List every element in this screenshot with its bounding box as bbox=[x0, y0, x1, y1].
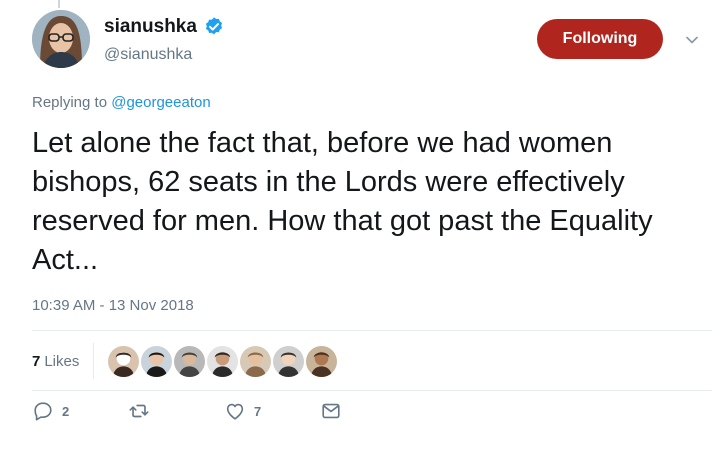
retweet-icon bbox=[129, 404, 149, 418]
retweet-button[interactable] bbox=[128, 400, 224, 422]
liker-avatar[interactable] bbox=[108, 345, 140, 377]
tweet-actions: 2 7 bbox=[32, 400, 342, 422]
liker-avatar[interactable] bbox=[273, 345, 305, 377]
author-handle[interactable]: @sianushka bbox=[104, 46, 192, 64]
replying-to-prefix: Replying to bbox=[32, 94, 108, 111]
liker-avatar[interactable] bbox=[174, 345, 206, 377]
likes-label[interactable]: Likes bbox=[44, 353, 79, 370]
divider bbox=[32, 330, 712, 331]
author-display-name[interactable]: sianushka bbox=[104, 16, 197, 38]
likes-count[interactable]: 7 bbox=[32, 353, 40, 370]
divider bbox=[32, 390, 712, 391]
like-count: 7 bbox=[254, 403, 262, 419]
liker-avatar[interactable] bbox=[240, 345, 272, 377]
thread-connector bbox=[58, 0, 60, 8]
chevron-down-icon[interactable] bbox=[684, 32, 700, 48]
verified-badge-icon bbox=[205, 17, 223, 35]
likes-row: 7 Likes bbox=[32, 343, 338, 379]
tweet-timestamp[interactable]: 10:39 AM - 13 Nov 2018 bbox=[32, 297, 194, 314]
replying-to: Replying to @georgeeaton bbox=[32, 94, 211, 111]
replying-to-link[interactable]: @georgeeaton bbox=[111, 94, 210, 111]
reply-icon bbox=[34, 402, 52, 421]
liker-avatar[interactable] bbox=[207, 345, 239, 377]
likes-separator bbox=[93, 343, 95, 379]
author-avatar[interactable] bbox=[32, 10, 90, 68]
reply-count: 2 bbox=[62, 403, 70, 419]
direct-message-icon bbox=[322, 403, 340, 419]
liker-avatar[interactable] bbox=[141, 345, 173, 377]
likers-avatars bbox=[108, 345, 338, 377]
liker-avatar[interactable] bbox=[306, 345, 338, 377]
direct-message-button[interactable] bbox=[320, 400, 342, 422]
following-button[interactable]: Following bbox=[537, 19, 663, 59]
like-icon bbox=[226, 403, 244, 420]
tweet-text: Let alone the fact that, before we had w… bbox=[32, 127, 653, 276]
like-button[interactable]: 7 bbox=[224, 400, 320, 422]
reply-button[interactable]: 2 bbox=[32, 400, 128, 422]
